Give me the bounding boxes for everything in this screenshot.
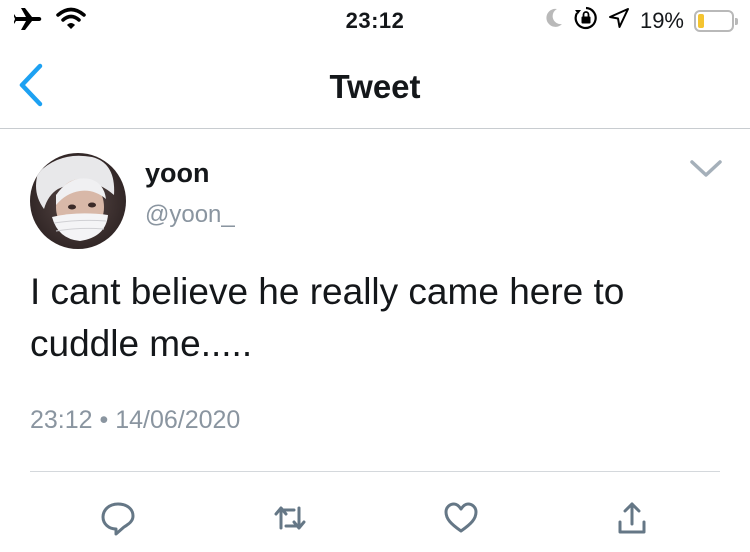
actions-divider	[30, 471, 720, 472]
share-button[interactable]	[612, 498, 652, 538]
page-title: Tweet	[329, 68, 421, 105]
retweet-icon	[272, 500, 308, 536]
status-bar-right: 19%	[544, 6, 738, 35]
status-bar: 23:12 19%	[0, 0, 750, 40]
tweet-text: I cant believe he really came here to cu…	[30, 271, 625, 364]
rotation-lock-icon	[574, 6, 598, 35]
heart-icon	[443, 500, 479, 536]
retweet-button[interactable]	[270, 498, 310, 538]
battery-icon	[694, 9, 738, 32]
chevron-down-icon[interactable]	[688, 157, 724, 181]
reply-button[interactable]	[98, 498, 138, 538]
user-handle[interactable]: @yoon_	[145, 201, 235, 229]
reply-icon	[100, 500, 136, 536]
display-name[interactable]: yoon	[145, 158, 210, 189]
battery-percent: 19%	[639, 7, 684, 33]
avatar[interactable]	[30, 153, 126, 249]
share-icon	[614, 500, 650, 536]
moon-icon	[544, 7, 564, 34]
tweet-timestamp: 23:12 • 14/06/2020	[30, 406, 241, 434]
nav-divider	[0, 128, 750, 129]
battery-fill	[698, 13, 704, 28]
battery-tip	[735, 17, 738, 25]
like-button[interactable]	[441, 498, 481, 538]
nav-bar: Tweet	[0, 44, 750, 128]
location-icon	[608, 7, 630, 34]
